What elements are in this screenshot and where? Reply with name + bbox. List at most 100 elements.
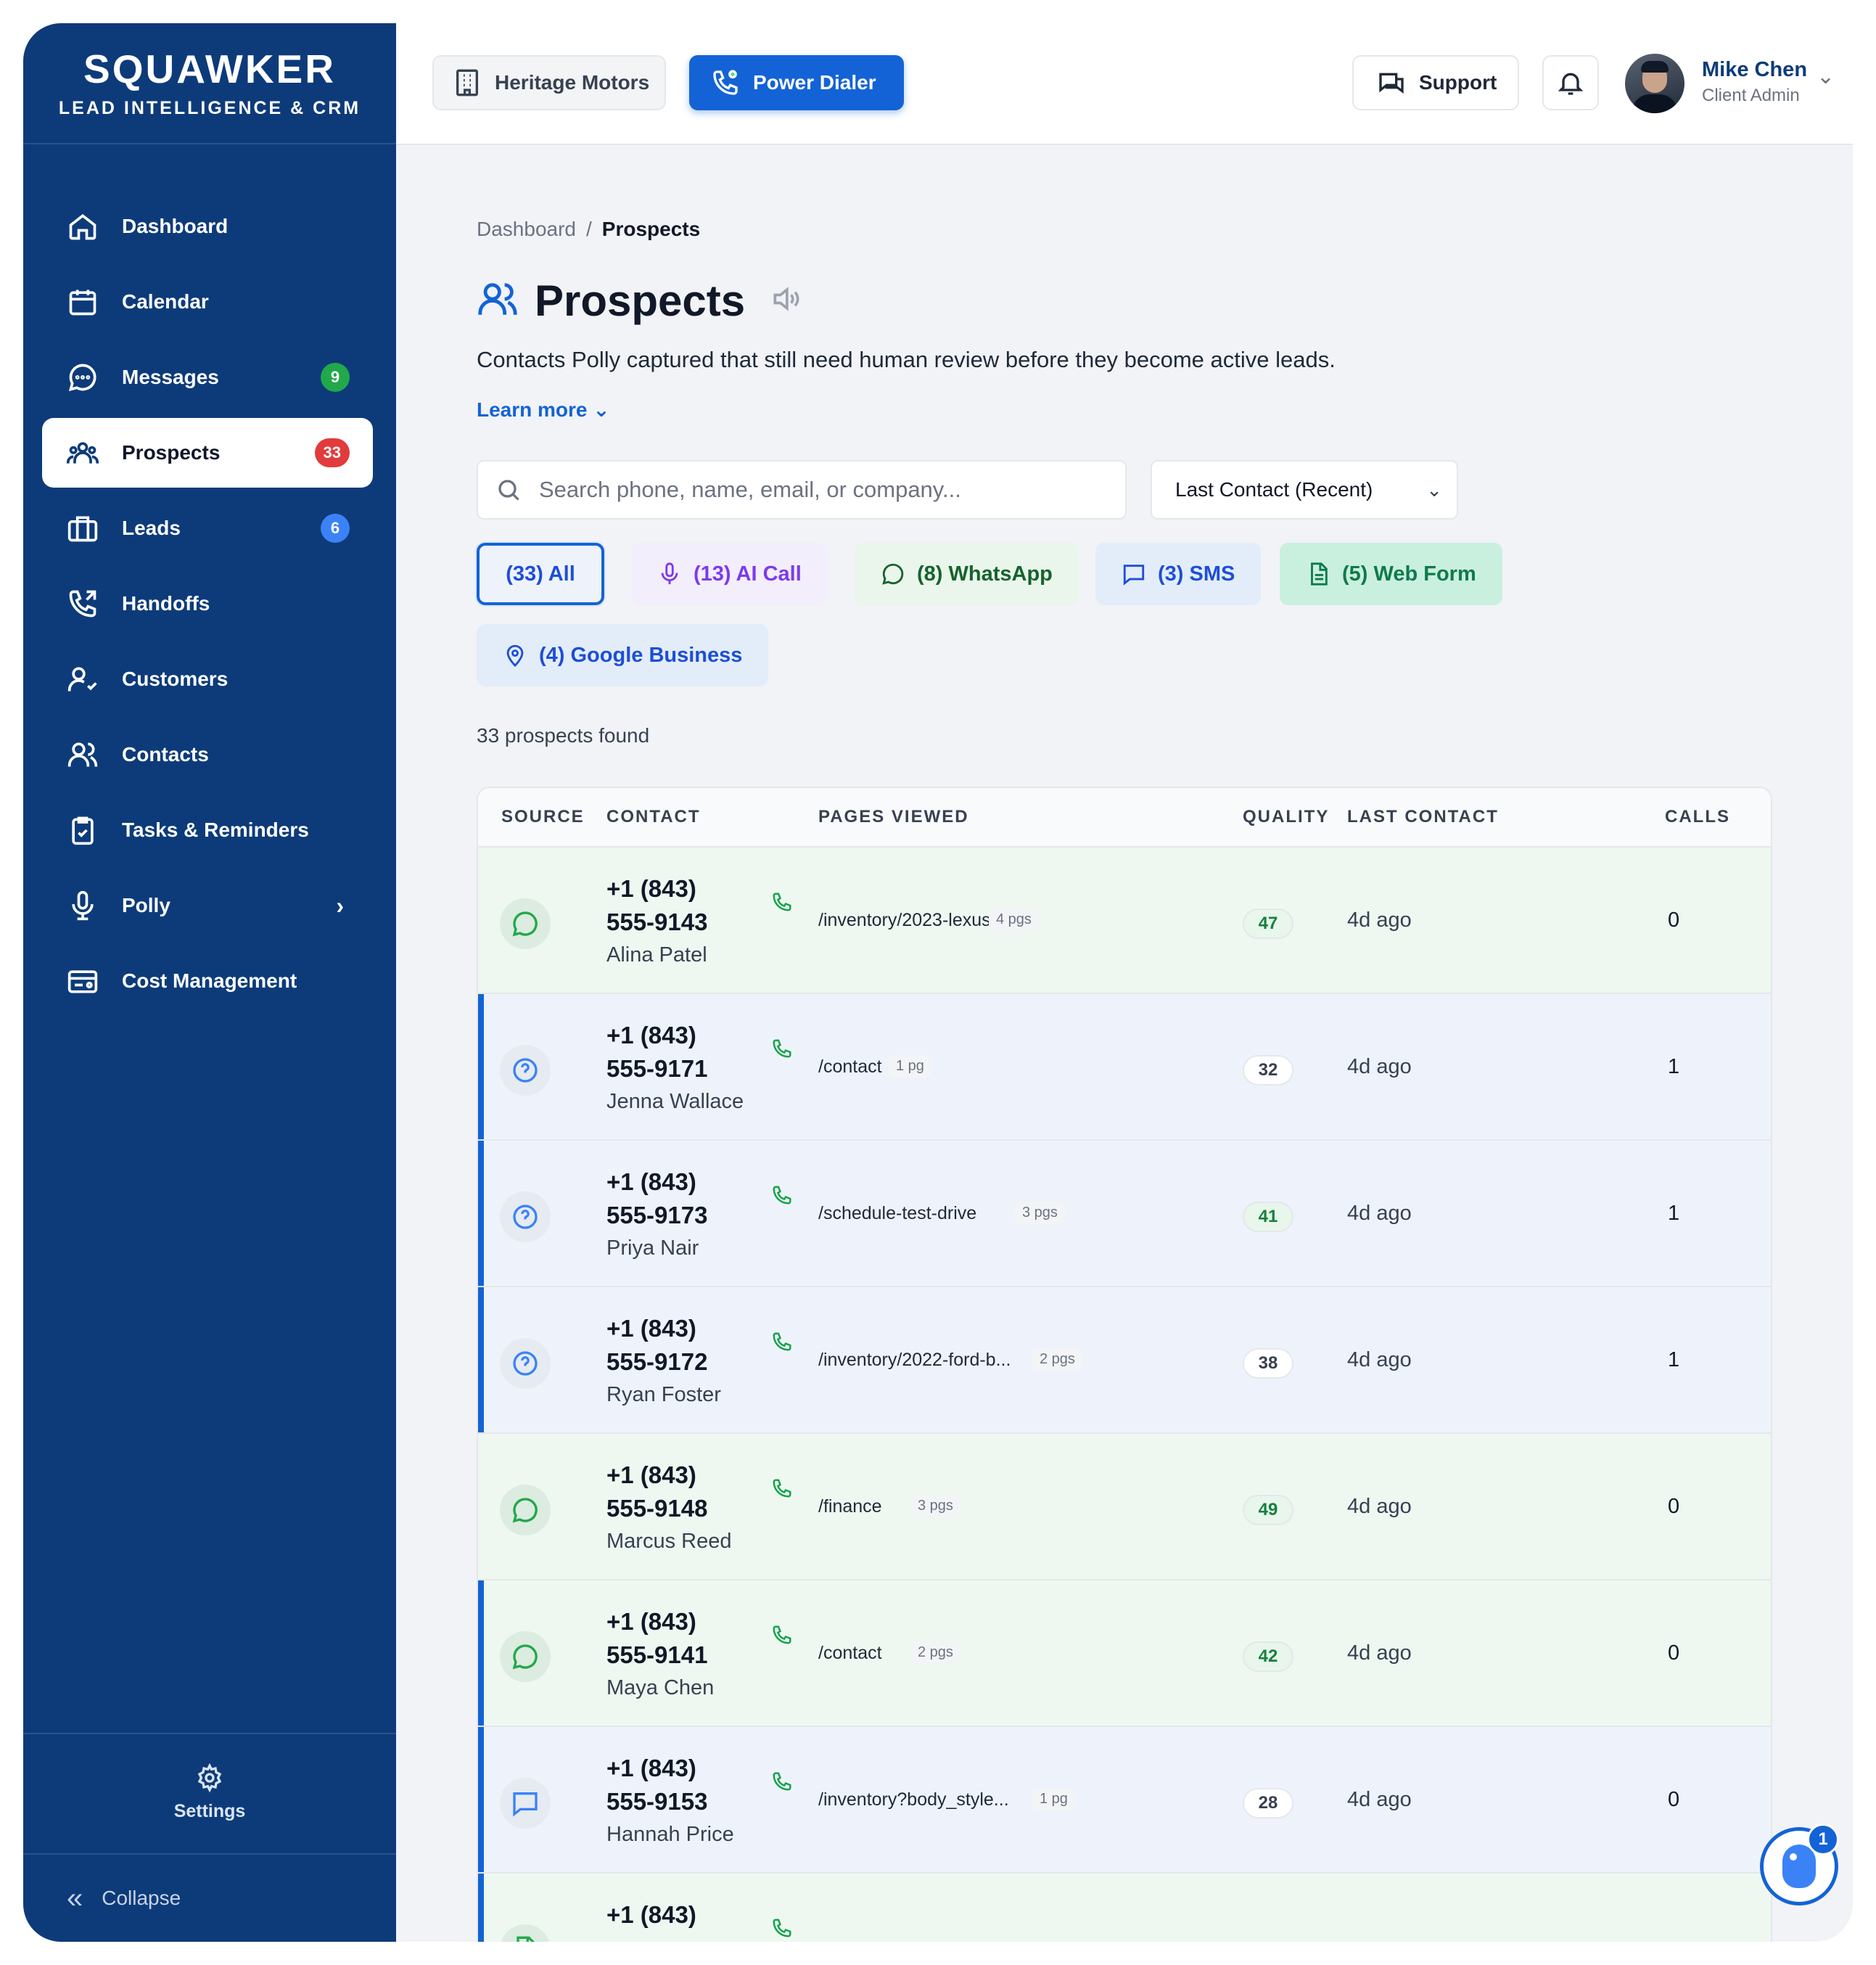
calls-count: 0	[1668, 1495, 1680, 1518]
avatar[interactable]	[1625, 54, 1684, 113]
user-role: Client Admin	[1702, 86, 1800, 105]
table-row[interactable]: +1 (843)	[478, 1874, 1771, 1942]
sidebar-item-messages[interactable]: Messages 9	[42, 342, 373, 412]
support-button[interactable]: Support	[1352, 55, 1519, 110]
last-contact: 4d ago	[1347, 908, 1412, 932]
table-row[interactable]: +1 (843) 555-9172 Ryan Foster /inventory…	[478, 1287, 1771, 1434]
learn-more-link[interactable]: Learn more ⌄	[477, 398, 610, 422]
filter-all[interactable]: (33) All	[477, 543, 604, 605]
sidebar-item-contacts[interactable]: Contacts	[42, 720, 373, 789]
filter-label: (13) AI Call	[694, 562, 802, 586]
sidebar-item-leads[interactable]: Leads 6	[42, 493, 373, 563]
collapse-button[interactable]: « Collapse	[23, 1855, 396, 1942]
assistant-button[interactable]: 1	[1760, 1824, 1839, 1905]
contact-phone-area: +1 (843)	[606, 875, 696, 902]
filter-web-form[interactable]: (5) Web Form	[1280, 543, 1502, 605]
quality-score: 41	[1243, 1202, 1293, 1232]
sidebar-item-polly[interactable]: Polly ›	[42, 871, 373, 940]
table-row[interactable]: +1 (843) 555-9141 Maya Chen /contact 2 p…	[478, 1580, 1771, 1727]
column-header-pages-viewed[interactable]: PAGES VIEWED	[818, 807, 969, 827]
phone-active-icon	[713, 70, 738, 95]
phone-call-icon[interactable]	[771, 1477, 793, 1503]
quality-score: 47	[1243, 908, 1293, 939]
pages-count-badge: 1 pg	[889, 1055, 931, 1078]
table-row[interactable]: +1 (843) 555-9171 Jenna Wallace /contact…	[478, 994, 1771, 1141]
contact-name: Hannah Price	[606, 1823, 734, 1846]
sidebar-item-handoffs[interactable]: Handoffs	[42, 569, 373, 639]
user-name[interactable]: Mike Chen	[1702, 58, 1807, 82]
filter-ai-call[interactable]: (13) AI Call	[631, 543, 828, 605]
filter-google-business[interactable]: (4) Google Business	[477, 624, 769, 686]
phone-call-icon[interactable]	[771, 1624, 793, 1649]
sidebar-item-dashboard[interactable]: Dashboard	[42, 192, 373, 261]
page-viewed: /schedule-test-drive	[818, 1203, 977, 1223]
phone-call-icon[interactable]	[771, 1917, 793, 1942]
table-row[interactable]: +1 (843) 555-9173 Priya Nair /schedule-t…	[478, 1141, 1771, 1287]
last-contact: 4d ago	[1347, 1055, 1412, 1078]
breadcrumb-separator: /	[585, 218, 592, 240]
dealer-selector-button[interactable]: Heritage Motors	[432, 55, 666, 110]
sidebar-item-label: Tasks & Reminders	[122, 819, 309, 841]
sidebar-footer: Settings « Collapse	[23, 1733, 396, 1942]
column-header-last-contact[interactable]: LAST CONTACT	[1347, 807, 1499, 827]
table-row[interactable]: +1 (843) 555-9148 Marcus Reed /finance 3…	[478, 1434, 1771, 1580]
assistant-badge: 1	[1807, 1824, 1839, 1855]
contact-name: Ryan Foster	[606, 1383, 721, 1406]
chevron-down-icon[interactable]: ⌄	[1817, 64, 1835, 89]
pages-count-badge: 3 pgs	[1015, 1202, 1065, 1224]
phone-call-icon[interactable]	[771, 1184, 793, 1210]
column-header-contact[interactable]: CONTACT	[606, 807, 701, 827]
filter-whatsapp[interactable]: (8) WhatsApp	[855, 543, 1079, 605]
chevron-right-icon: ›	[336, 892, 344, 919]
sort-select[interactable]: Last Contact (Recent) ⌄	[1151, 460, 1458, 520]
phone-call-icon[interactable]	[771, 1331, 793, 1356]
document-icon	[1311, 562, 1328, 586]
phone-call-icon[interactable]	[771, 1771, 793, 1796]
brand[interactable]: SQUAWKER LEAD INTELLIGENCE & CRM	[23, 23, 396, 144]
search-field[interactable]	[477, 460, 1127, 520]
sidebar-item-cost-management[interactable]: Cost Management	[42, 946, 373, 1016]
table-row[interactable]: +1 (843) 555-9153 Hannah Price /inventor…	[478, 1727, 1771, 1874]
building-icon	[456, 69, 478, 97]
phone-call-icon[interactable]	[771, 891, 793, 916]
filter-sms[interactable]: (3) SMS	[1095, 543, 1262, 605]
sidebar-item-customers[interactable]: Customers	[42, 644, 373, 714]
notifications-button[interactable]	[1542, 55, 1599, 110]
question-source-icon	[500, 1045, 551, 1096]
parrot-icon	[1782, 1845, 1816, 1888]
search-input[interactable]	[539, 477, 1119, 503]
contact-name: Maya Chen	[606, 1676, 715, 1699]
sidebar-item-label: Leads	[122, 517, 181, 539]
sidebar-item-prospects[interactable]: Prospects 33	[42, 418, 373, 488]
sidebar-item-label: Prospects	[122, 441, 221, 464]
speaker-icon[interactable]	[745, 283, 802, 319]
calls-count: 1	[1668, 1202, 1680, 1225]
contact-phone-area: +1 (843)	[606, 1461, 696, 1488]
webform-source-icon	[500, 1924, 551, 1942]
column-header-quality[interactable]: QUALITY	[1243, 807, 1329, 827]
column-header-source[interactable]: SOURCE	[501, 807, 585, 827]
pages-count-badge: 2 pgs	[1032, 1348, 1082, 1371]
learn-more-label: Learn more	[477, 398, 588, 421]
breadcrumb-dashboard-link[interactable]: Dashboard	[477, 218, 576, 240]
sidebar-item-label: Handoffs	[122, 592, 210, 615]
sidebar-item-calendar[interactable]: Calendar	[42, 267, 373, 337]
contact-name: Jenna Wallace	[606, 1090, 744, 1113]
power-dialer-button[interactable]: Power Dialer	[689, 55, 904, 110]
prospects-table: SOURCE CONTACT PAGES VIEWED QUALITY LAST…	[477, 787, 1772, 1942]
contact-phone-area: +1 (843)	[606, 1755, 696, 1781]
contact-phone-area: +1 (843)	[606, 1901, 696, 1928]
column-header-calls[interactable]: CALLS	[1665, 807, 1730, 827]
contact-phone-number: 555-9173	[606, 1202, 708, 1228]
page-viewed: /contact	[818, 1643, 882, 1663]
whatsapp-source-icon	[500, 1485, 551, 1535]
sidebar: SQUAWKER LEAD INTELLIGENCE & CRM Dashboa…	[23, 23, 396, 1942]
page-viewed: /inventory/2023-lexus-...	[818, 910, 1012, 930]
topbar: Heritage Motors Power Dialer Support Mik…	[396, 23, 1853, 145]
power-dialer-label: Power Dialer	[753, 71, 876, 94]
settings-button[interactable]: Settings	[23, 1733, 396, 1855]
brand-name: SQUAWKER	[83, 46, 336, 91]
table-row[interactable]: +1 (843) 555-9143 Alina Patel /inventory…	[478, 848, 1771, 994]
phone-call-icon[interactable]	[771, 1038, 793, 1063]
sidebar-item-tasks[interactable]: Tasks & Reminders	[42, 795, 373, 865]
